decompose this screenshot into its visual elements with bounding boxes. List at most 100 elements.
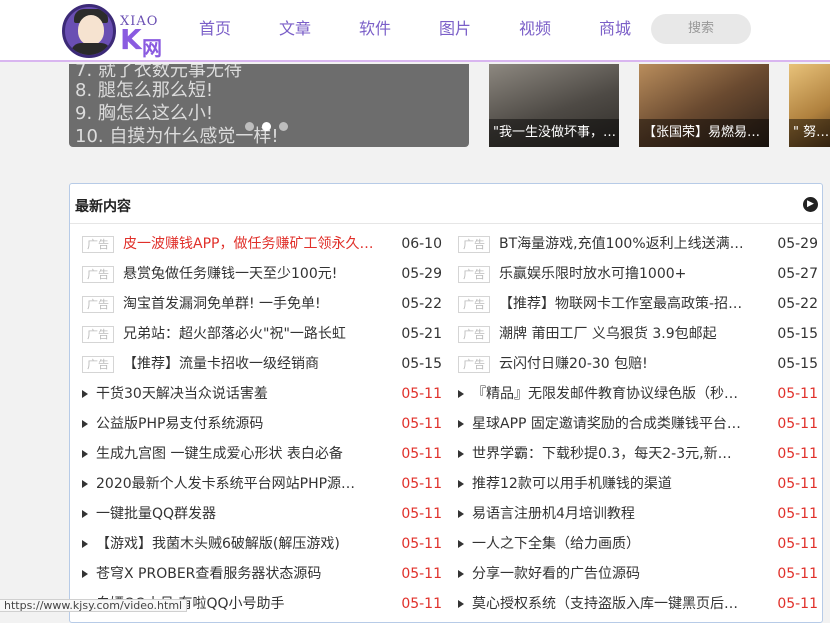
ad-badge: 广告: [82, 326, 114, 343]
list-item-title[interactable]: 星球APP 固定邀请奖励的合成类赚钱平台 …: [472, 409, 744, 439]
list-item-title[interactable]: 生成九宫图 一键生成爱心形状 表白必备: [96, 439, 368, 469]
slider-dot-active[interactable]: [262, 122, 271, 131]
ad-badge: 广告: [458, 236, 490, 253]
list-item-date: 05-11: [401, 596, 442, 612]
list-item-title[interactable]: 一人之下全集（给力画质）: [472, 529, 744, 559]
list-item[interactable]: 一人之下全集（给力画质） 05-11: [458, 529, 818, 559]
list-item[interactable]: 广告 【推荐】物联网卡工作室最高政策-招收… 05-22: [458, 289, 818, 319]
list-item-date: 05-22: [777, 296, 818, 312]
article-list-right: 广告 BT海量游戏,充值100%返利上线送满级… 05-29 广告 乐赢娱乐限时放水可撸…: [458, 229, 818, 619]
list-item-date: 05-11: [777, 536, 818, 552]
list-item-title[interactable]: 淘宝首发漏洞免单群! 一手免单!: [123, 289, 379, 319]
list-item-title[interactable]: 一键批量QQ群发器: [96, 499, 368, 529]
thumb-caption: "我一生没做坏事，…: [489, 119, 619, 147]
thumb-caption: 【张国荣】易燃易…: [639, 119, 769, 147]
list-item[interactable]: 莫心授权系统（支持盗版入库一键黑页后门… 05-11: [458, 589, 818, 619]
site-logo[interactable]: XIAO K 网: [62, 4, 166, 60]
nav-articles[interactable]: 文章: [255, 16, 335, 42]
slider-dot[interactable]: [279, 122, 288, 131]
list-item-date: 05-11: [401, 416, 442, 432]
list-item-date: 05-21: [401, 326, 442, 342]
list-item[interactable]: 一键批量QQ群发器 05-11: [82, 499, 442, 529]
list-item[interactable]: 广告 皮一波赚钱APP，做任务赚矿工领永久… 06-10: [82, 229, 442, 259]
list-item[interactable]: 广告 乐赢娱乐限时放水可撸1000+ 05-27: [458, 259, 818, 289]
ad-badge: 广告: [458, 326, 490, 343]
list-item[interactable]: 广告 【推荐】流量卡招收一级经销商 05-15: [82, 349, 442, 379]
list-item-title[interactable]: 苍穹X PROBER查看服务器状态源码: [96, 559, 368, 589]
search-input[interactable]: 搜索: [651, 14, 751, 44]
slider-dot[interactable]: [245, 122, 254, 131]
list-item-date: 05-11: [777, 566, 818, 582]
ad-badge: 广告: [82, 356, 114, 373]
video-thumb[interactable]: 【张国荣】易燃易…: [639, 64, 769, 147]
banner-row: 7. 就了衣数元事无待 8. 腿怎么那么短! 9. 胸怎么这么小! 10. 自摸…: [0, 64, 830, 148]
list-item[interactable]: 广告 潮牌 莆田工厂 义乌狠货 3.9包邮起 05-15: [458, 319, 818, 349]
list-item[interactable]: 推荐12款可以用手机赚钱的渠道 05-11: [458, 469, 818, 499]
nav-videos[interactable]: 视频: [495, 16, 575, 42]
list-item-title[interactable]: 分享一款好看的广告位源码: [472, 559, 744, 589]
list-item-title[interactable]: 【游戏】我菌木头贼6破解版(解压游戏): [96, 529, 368, 559]
more-arrow-icon[interactable]: ▶: [803, 197, 818, 212]
list-item-date: 05-29: [401, 266, 442, 282]
list-item[interactable]: 世界学霸：下载秒提0.3，每天2-3元,新看广… 05-11: [458, 439, 818, 469]
nav-software[interactable]: 软件: [335, 16, 415, 42]
list-item-title[interactable]: 干货30天解决当众说话害羞: [96, 379, 368, 409]
list-item[interactable]: 2020最新个人发卡系统平台网站PHP源码 … 05-11: [82, 469, 442, 499]
list-item-date: 05-15: [777, 356, 818, 372]
panel-header: 最新内容 ▶: [70, 184, 822, 224]
list-item[interactable]: 广告 BT海量游戏,充值100%返利上线送满级… 05-29: [458, 229, 818, 259]
list-item-title[interactable]: 乐赢娱乐限时放水可撸1000+: [499, 259, 755, 289]
list-item-title[interactable]: 皮一波赚钱APP，做任务赚矿工领永久…: [123, 229, 379, 259]
list-item-title[interactable]: 莫心授权系统（支持盗版入库一键黑页后门…: [472, 589, 744, 619]
video-thumb[interactable]: "我一生没做坏事，…: [489, 64, 619, 147]
list-item-title[interactable]: 【推荐】流量卡招收一级经销商: [123, 349, 379, 379]
list-item-title[interactable]: 云闪付日赚20-30 包赔!: [499, 349, 755, 379]
nav-home[interactable]: 首页: [175, 16, 255, 42]
list-item-date: 05-11: [401, 476, 442, 492]
nav-images[interactable]: 图片: [415, 16, 495, 42]
list-item-title[interactable]: 易语言注册机4月培训教程: [472, 499, 744, 529]
list-item-date: 05-11: [401, 536, 442, 552]
list-item[interactable]: 苍穹X PROBER查看服务器状态源码 05-11: [82, 559, 442, 589]
list-item-date: 05-11: [777, 476, 818, 492]
list-item-title[interactable]: 【推荐】物联网卡工作室最高政策-招收…: [499, 289, 755, 319]
list-item[interactable]: 广告 淘宝首发漏洞免单群! 一手免单! 05-22: [82, 289, 442, 319]
list-item-title[interactable]: 推荐12款可以用手机赚钱的渠道: [472, 469, 744, 499]
triangle-bullet-icon: [458, 570, 464, 578]
video-thumb[interactable]: " 努力…: [789, 64, 830, 147]
triangle-bullet-icon: [82, 390, 88, 398]
list-item-title[interactable]: 悬赏兔做任务赚钱一天至少100元!: [123, 259, 379, 289]
triangle-bullet-icon: [82, 570, 88, 578]
list-item-title[interactable]: 2020最新个人发卡系统平台网站PHP源码 …: [96, 469, 368, 499]
list-item[interactable]: 干货30天解决当众说话害羞 05-11: [82, 379, 442, 409]
list-item[interactable]: 易语言注册机4月培训教程 05-11: [458, 499, 818, 529]
list-item[interactable]: 【游戏】我菌木头贼6破解版(解压游戏) 05-11: [82, 529, 442, 559]
list-item[interactable]: 广告 云闪付日赚20-30 包赔! 05-15: [458, 349, 818, 379]
list-item-date: 05-11: [401, 386, 442, 402]
logo-mascot: [62, 4, 116, 58]
list-item-title[interactable]: 潮牌 莆田工厂 义乌狠货 3.9包邮起: [499, 319, 755, 349]
article-list-left: 广告 皮一波赚钱APP，做任务赚矿工领永久… 06-10 广告 悬赏兔做任务赚钱一天至少…: [82, 229, 442, 619]
list-item[interactable]: 公益版PHP易支付系统源码 05-11: [82, 409, 442, 439]
list-item[interactable]: 广告 兄弟站：超火部落必火"祝"一路长虹 05-21: [82, 319, 442, 349]
nav-shop[interactable]: 商城: [575, 16, 655, 42]
triangle-bullet-icon: [458, 390, 464, 398]
list-item-date: 05-11: [777, 596, 818, 612]
list-item-title[interactable]: 『精品』无限发邮件教育协议绿色版（秒弹…: [472, 379, 744, 409]
list-item-date: 05-15: [401, 356, 442, 372]
list-item-title[interactable]: BT海量游戏,充值100%返利上线送满级…: [499, 229, 755, 259]
list-item-title[interactable]: 公益版PHP易支付系统源码: [96, 409, 368, 439]
list-item[interactable]: 星球APP 固定邀请奖励的合成类赚钱平台 … 05-11: [458, 409, 818, 439]
list-item-date: 05-29: [777, 236, 818, 252]
list-item[interactable]: 广告 悬赏兔做任务赚钱一天至少100元! 05-29: [82, 259, 442, 289]
ad-badge: 广告: [458, 296, 490, 313]
image-slider[interactable]: 7. 就了衣数元事无待 8. 腿怎么那么短! 9. 胸怎么这么小! 10. 自摸…: [69, 64, 469, 147]
list-item[interactable]: 分享一款好看的广告位源码 05-11: [458, 559, 818, 589]
site-header: XIAO K 网 首页 文章 软件 图片 视频 商城 搜索: [0, 0, 830, 62]
triangle-bullet-icon: [458, 420, 464, 428]
list-item-title[interactable]: 世界学霸：下载秒提0.3，每天2-3元,新看广…: [472, 439, 744, 469]
ad-badge: 广告: [82, 266, 114, 283]
list-item[interactable]: 『精品』无限发邮件教育协议绿色版（秒弹… 05-11: [458, 379, 818, 409]
list-item[interactable]: 生成九宫图 一键生成爱心形状 表白必备 05-11: [82, 439, 442, 469]
list-item-title[interactable]: 兄弟站：超火部落必火"祝"一路长虹: [123, 319, 379, 349]
